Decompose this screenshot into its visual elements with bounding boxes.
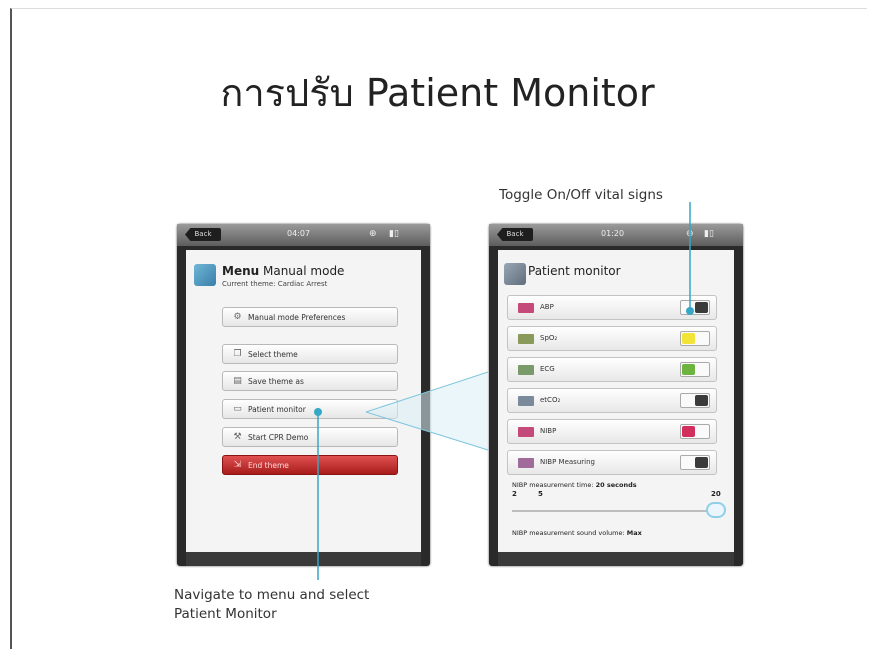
nibp-toggle[interactable] [680, 424, 710, 439]
tick-min: 2 [512, 490, 517, 498]
nibp-time-label: NIBP measurement time: 20 seconds [512, 481, 637, 489]
etco2-icon [518, 396, 534, 406]
gear-icon: ⚙ [233, 312, 242, 322]
battery-icon: ▮▯ [389, 229, 399, 239]
nibp-time-slider-thumb[interactable] [706, 502, 726, 518]
patient-monitor-title: Patient monitor [528, 264, 621, 278]
ecg-toggle[interactable] [680, 362, 710, 377]
spo2-toggle[interactable] [680, 331, 710, 346]
patient-monitor-screen: Patient monitor ABP SpO₂ ECG etCO₂ NIBP [498, 250, 734, 552]
exit-icon: ⇲ [233, 460, 242, 470]
vital-row-nibp[interactable]: NIBP [507, 419, 717, 444]
patient-monitor-button[interactable]: ▭ Patient monitor [222, 399, 398, 419]
vital-row-spo2[interactable]: SpO₂ [507, 326, 717, 351]
usb-icon: ⊕ [369, 229, 377, 239]
vital-row-etco2[interactable]: etCO₂ [507, 388, 717, 413]
vital-row-nibp-measuring[interactable]: NIBP Measuring [507, 450, 717, 475]
tick-max: 20 [711, 490, 721, 498]
bottom-bar [498, 552, 734, 566]
menu-title: Menu Manual mode [222, 264, 345, 278]
etco2-toggle[interactable] [680, 393, 710, 408]
nibp-measuring-icon [518, 458, 534, 468]
manual-mode-icon [194, 264, 216, 286]
bottom-bar [186, 552, 421, 566]
navigate-callout-label: Navigate to menu and select Patient Moni… [174, 587, 370, 622]
clock: 01:20 [601, 229, 625, 238]
battery-icon: ▮▯ [704, 229, 714, 239]
status-bar: Back 01:20 ⊕ ▮▯ [489, 224, 743, 246]
monitor-icon: ▭ [233, 404, 242, 414]
manual-mode-preferences-button[interactable]: ⚙ Manual mode Preferences [222, 307, 398, 327]
slide-title: การปรับ Patient Monitor [220, 71, 655, 115]
usb-icon: ⊕ [686, 229, 694, 239]
back-button[interactable]: Back [497, 228, 533, 241]
nibp-measuring-toggle[interactable] [680, 455, 710, 470]
patient-monitor-icon [504, 263, 526, 285]
left-device: Back 04:07 ⊕ ▮▯ Menu Manual mode Current… [177, 224, 430, 566]
nibp-icon [518, 427, 534, 437]
clock: 04:07 [287, 229, 311, 238]
select-theme-button[interactable]: ❐ Select theme [222, 344, 398, 364]
copy-icon: ❐ [233, 349, 242, 359]
save-icon: ▤ [233, 376, 242, 386]
spo2-icon [518, 334, 534, 344]
menu-screen: Menu Manual mode Current theme: Cardiac … [186, 250, 421, 552]
ecg-icon [518, 365, 534, 375]
toggle-callout-label: Toggle On/Off vital signs [499, 187, 663, 203]
vital-row-abp[interactable]: ABP [507, 295, 717, 320]
abp-icon [518, 303, 534, 313]
vital-row-ecg[interactable]: ECG [507, 357, 717, 382]
status-bar: Back 04:07 ⊕ ▮▯ [177, 224, 430, 246]
tick-a: 5 [538, 490, 543, 498]
start-cpr-demo-button[interactable]: ⚒ Start CPR Demo [222, 427, 398, 447]
wrench-icon: ⚒ [233, 432, 242, 442]
end-theme-button[interactable]: ⇲ End theme [222, 455, 398, 475]
abp-toggle[interactable] [680, 300, 710, 315]
nibp-time-slider-track[interactable] [512, 510, 717, 512]
save-theme-as-button[interactable]: ▤ Save theme as [222, 371, 398, 391]
back-button[interactable]: Back [185, 228, 221, 241]
menu-subtitle: Current theme: Cardiac Arrest [222, 280, 328, 288]
right-device: Back 01:20 ⊕ ▮▯ Patient monitor ABP SpO₂… [489, 224, 743, 566]
nibp-volume-label: NIBP measurement sound volume: Max [512, 529, 642, 537]
